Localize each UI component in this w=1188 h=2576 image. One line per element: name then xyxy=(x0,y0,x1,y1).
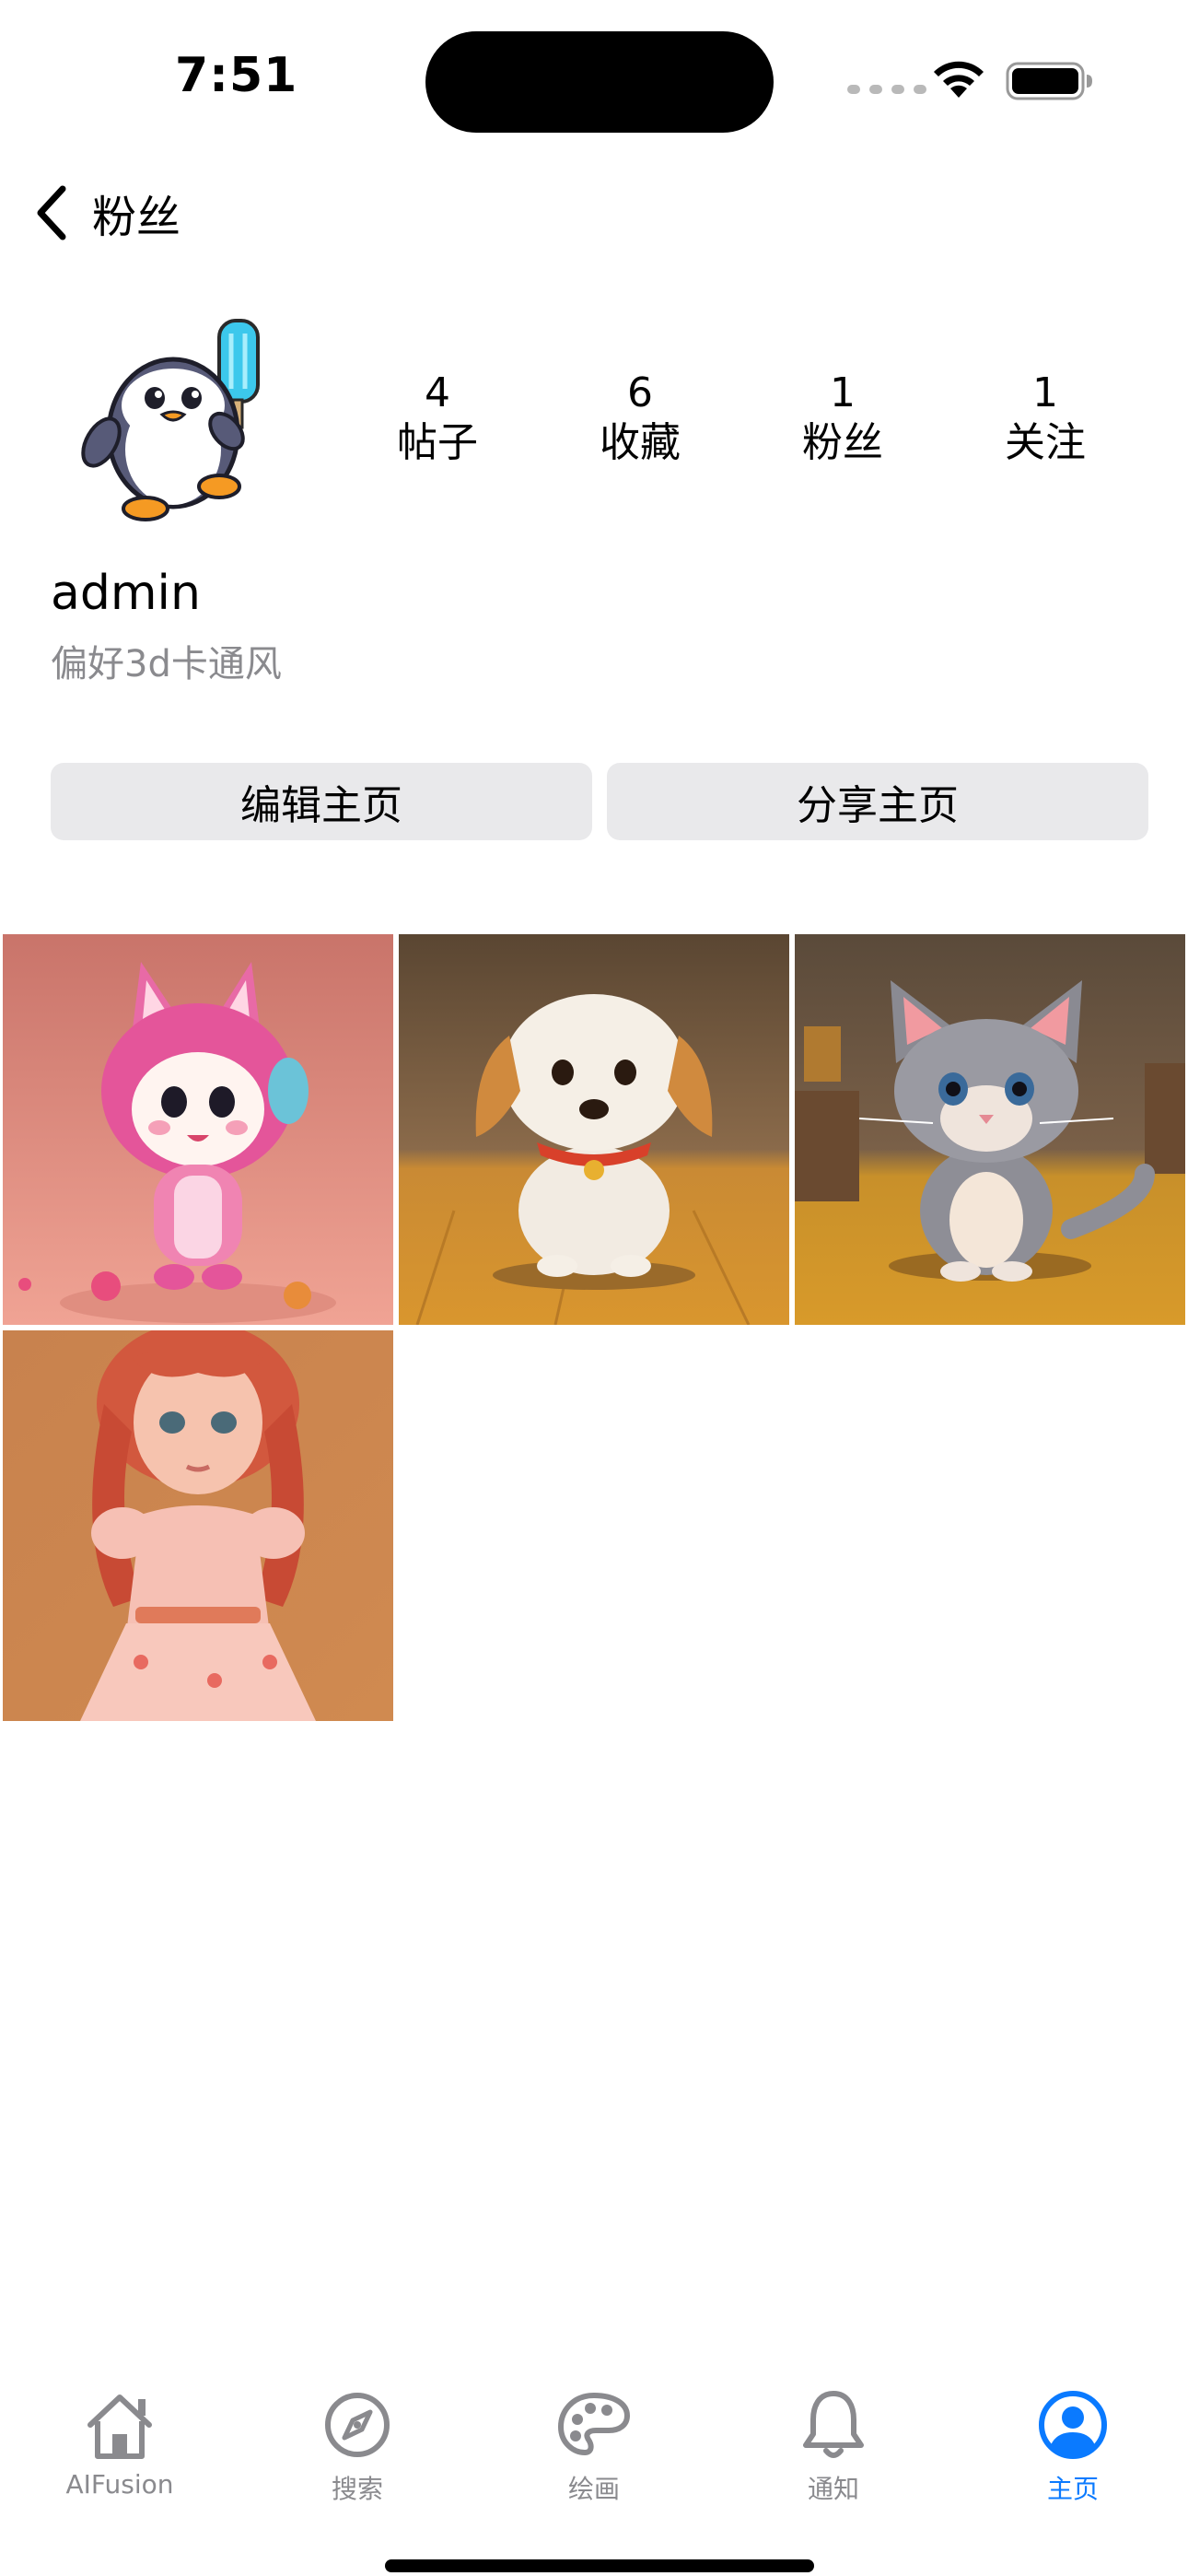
tab-bar: AIFusion 搜索 绘画 通知 主页 xyxy=(0,2368,1188,2506)
tab-label: 通知 xyxy=(807,2474,859,2504)
stat-label: 关注 xyxy=(1005,419,1086,466)
stat-value: 4 xyxy=(425,369,450,416)
palette-icon xyxy=(558,2393,630,2455)
kitten-image xyxy=(795,934,1185,1325)
edit-profile-button[interactable]: 编辑主页 xyxy=(51,763,592,840)
stat-followers[interactable]: 1 粉丝 xyxy=(741,369,944,468)
tab-notifications[interactable]: 通知 xyxy=(741,2386,926,2506)
chevron-left-icon xyxy=(37,185,66,240)
status-time: 7:51 xyxy=(175,48,298,103)
post-thumbnail-kitten[interactable] xyxy=(795,934,1185,1325)
stat-label: 粉丝 xyxy=(802,419,883,466)
back-button[interactable]: 粉丝 xyxy=(31,181,181,245)
stat-value: 6 xyxy=(627,369,653,416)
house-icon xyxy=(87,2395,152,2459)
girl-figurine-image xyxy=(3,1330,393,1721)
home-indicator[interactable] xyxy=(385,2559,814,2572)
profile-screen: 7:51 粉丝 4 帖子 6 收藏 1 粉丝 1 关注 admin 偏好3d卡通… xyxy=(0,0,1188,2576)
post-thumbnail-bunny[interactable] xyxy=(3,934,393,1325)
stat-favorites[interactable]: 6 收藏 xyxy=(539,369,741,468)
stat-posts[interactable]: 4 帖子 xyxy=(336,369,539,468)
stat-label: 收藏 xyxy=(600,419,681,466)
dynamic-island xyxy=(425,31,774,133)
tab-label: AIFusion xyxy=(65,2469,174,2500)
compass-icon xyxy=(325,2393,390,2457)
post-thumbnail-puppy[interactable] xyxy=(399,934,789,1325)
bell-icon xyxy=(803,2391,864,2458)
tab-label: 绘画 xyxy=(567,2474,620,2504)
puppy-image xyxy=(399,934,789,1325)
profile-bio: 偏好3d卡通风 xyxy=(51,643,282,685)
avatar[interactable] xyxy=(81,304,284,525)
battery-icon xyxy=(1006,62,1092,100)
tab-paint[interactable]: 绘画 xyxy=(502,2386,686,2506)
stat-following[interactable]: 1 关注 xyxy=(944,369,1147,468)
profile-stats: 4 帖子 6 收藏 1 粉丝 1 关注 xyxy=(336,369,1147,468)
username: admin xyxy=(51,566,201,621)
stat-label: 帖子 xyxy=(397,419,478,466)
stat-value: 1 xyxy=(1032,369,1058,416)
tab-label: 主页 xyxy=(1046,2474,1099,2504)
tab-profile[interactable]: 主页 xyxy=(981,2386,1165,2506)
tab-search[interactable]: 搜索 xyxy=(265,2386,449,2506)
post-thumbnail-girl[interactable] xyxy=(3,1330,393,1721)
person-circle-icon xyxy=(1039,2391,1107,2459)
cellular-signal-icon xyxy=(847,85,926,94)
nav-title: 粉丝 xyxy=(92,192,181,243)
bunny-image xyxy=(3,934,393,1325)
wifi-icon xyxy=(934,61,984,98)
share-profile-button[interactable]: 分享主页 xyxy=(607,763,1148,840)
tab-label: 搜索 xyxy=(331,2474,383,2504)
tab-aifusion[interactable]: AIFusion xyxy=(28,2386,212,2500)
stat-value: 1 xyxy=(830,369,856,416)
